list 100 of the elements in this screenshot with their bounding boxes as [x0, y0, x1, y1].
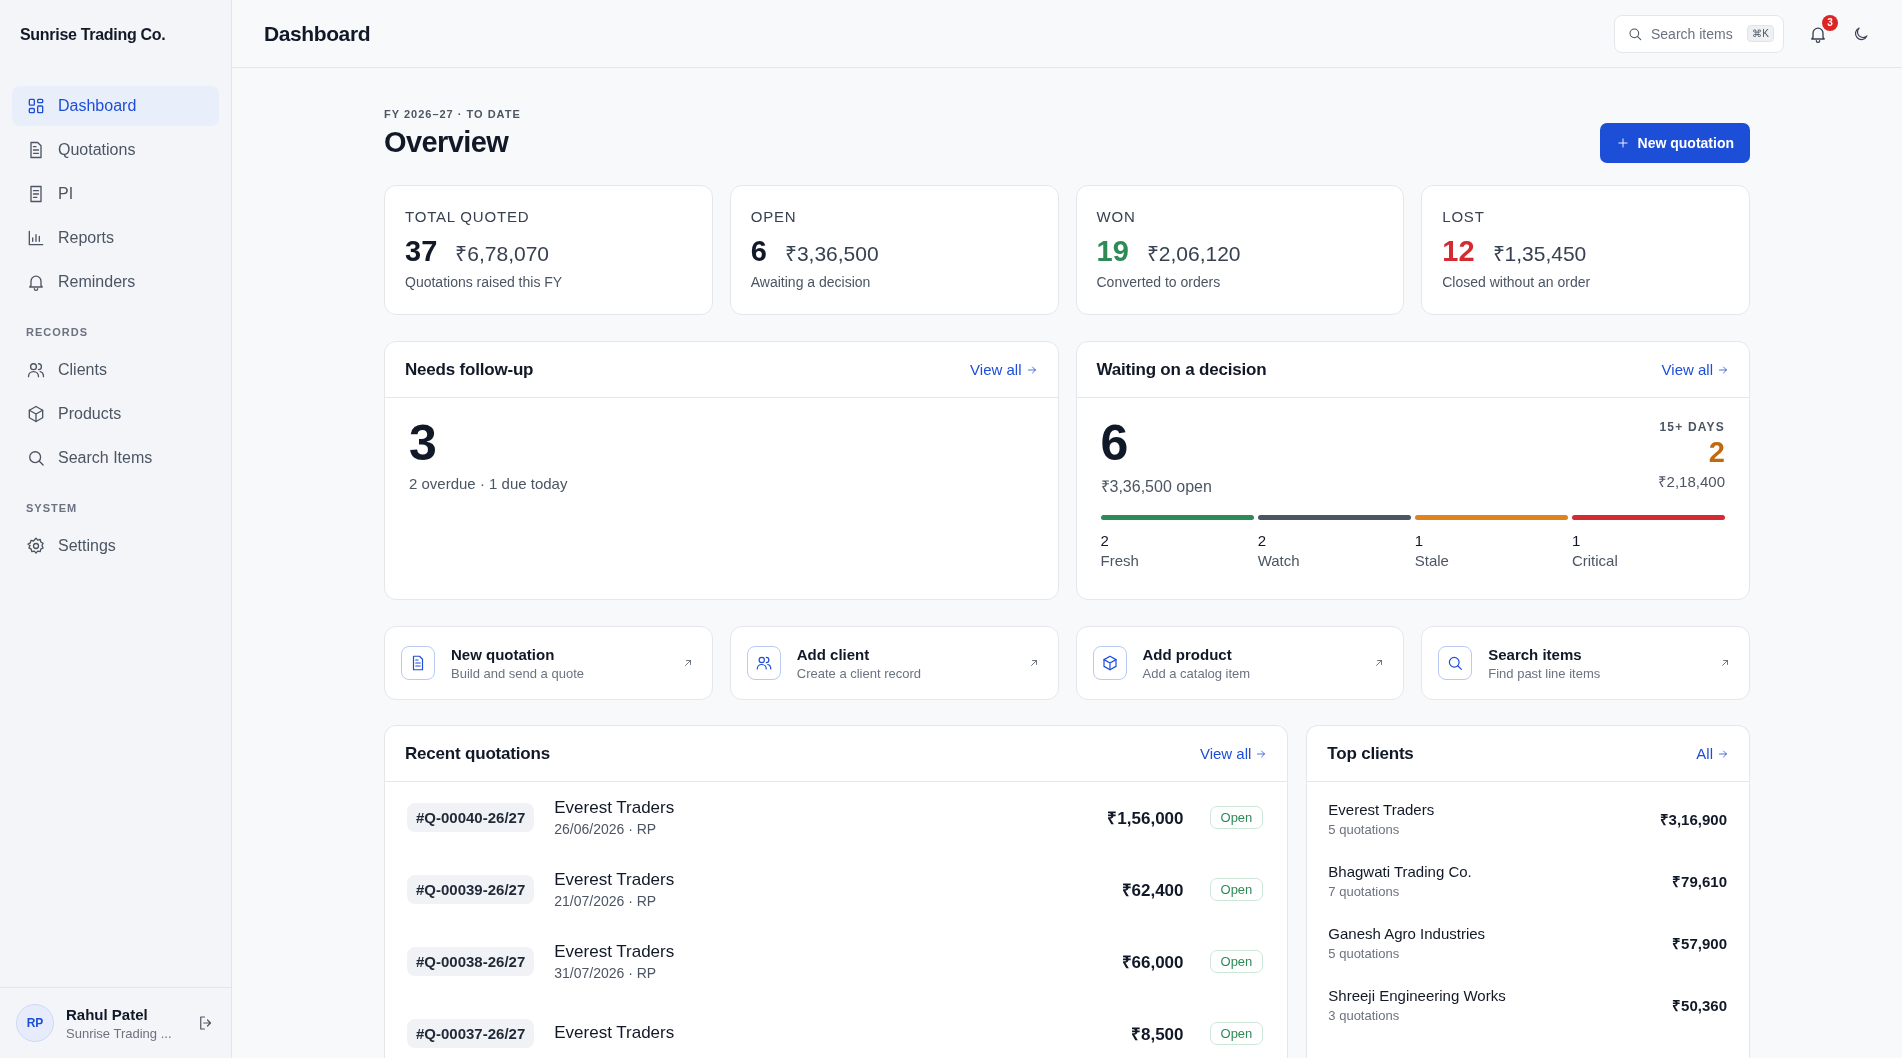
quotation-number[interactable]: #Q-00037-26/27: [407, 1018, 535, 1048]
quotation-number[interactable]: #Q-00040-26/27: [407, 802, 535, 832]
page-title: Dashboard: [264, 21, 371, 46]
stage-label: Stale: [1414, 552, 1450, 569]
status-badge: Open: [1209, 805, 1264, 829]
stat-count: 12: [1442, 235, 1475, 268]
stage-label: Watch: [1257, 552, 1301, 569]
action-subtitle: Add a catalog item: [1142, 665, 1252, 681]
stage-label: Fresh: [1100, 552, 1140, 569]
nav-section-title: RECORDS: [25, 325, 89, 340]
user-avatar: RP: [16, 1004, 54, 1042]
stat-count: 6: [750, 235, 767, 268]
view-all-link[interactable]: View all: [1661, 361, 1729, 378]
action-title: New quotation: [451, 645, 556, 663]
grid-icon: [26, 96, 46, 116]
open-amount: ₹3,36,500: [1100, 478, 1172, 495]
waiting-count: 6: [1100, 416, 1130, 471]
notification-count: 3: [1822, 14, 1838, 31]
stat-amount: ₹6,78,070: [455, 241, 549, 267]
quotation-count: 5 quotations: [1328, 822, 1401, 837]
stage-count: 2: [1100, 532, 1110, 549]
arrow-right-icon: [1025, 363, 1038, 376]
stat-note: Quotations raised this FY: [405, 274, 564, 290]
stat-amount: ₹2,06,120: [1146, 241, 1241, 267]
sidebar-item[interactable]: Dashboard: [12, 86, 219, 126]
stat-count: 19: [1096, 235, 1129, 268]
client-name: Shreeji Engineering Works: [1328, 987, 1506, 1004]
quotation-number[interactable]: #Q-00038-26/27: [407, 946, 535, 976]
new-quotation-button[interactable]: New quotation: [1599, 123, 1750, 163]
stat-label: WON: [1096, 208, 1137, 225]
stat-count: 37: [405, 235, 438, 268]
follow-up-count: 3: [409, 416, 438, 471]
bar-chart-icon: [26, 228, 46, 248]
stat-label: TOTAL QUOTED: [405, 208, 531, 225]
sidebar-item[interactable]: PI: [12, 174, 219, 214]
arrow-right-icon: [1255, 747, 1268, 760]
quick-action-card[interactable]: Search items Find past line items: [1421, 626, 1750, 700]
aged-label: 15+ DAYS: [1658, 420, 1725, 434]
moon-icon[interactable]: [1852, 24, 1870, 43]
quick-action-card[interactable]: New quotation Build and send a quote: [384, 626, 713, 700]
client-name: Everest Traders: [554, 869, 676, 890]
aged-amount: ₹2,18,400: [1657, 472, 1725, 491]
stat-note: Converted to orders: [1096, 274, 1222, 290]
client-amount: ₹50,360: [1672, 996, 1727, 1015]
client-name: Ganesh Agro Industries: [1328, 925, 1486, 942]
users-icon: [746, 646, 781, 680]
sidebar-item[interactable]: Reminders: [12, 262, 219, 302]
box-icon: [1092, 646, 1127, 680]
action-title: Search items: [1488, 645, 1583, 663]
client-amount: ₹3,16,900: [1659, 810, 1727, 829]
brand-name: Sunrise Trading Co.: [19, 25, 167, 44]
view-all-link[interactable]: View all: [970, 361, 1038, 378]
overview-title: Overview: [384, 126, 510, 159]
aged-count: 2: [1707, 436, 1725, 469]
quick-action-card[interactable]: Add client Create a client record: [729, 626, 1059, 700]
sidebar-item[interactable]: Products: [12, 394, 219, 434]
document-icon: [401, 646, 435, 680]
quotation-count: 5 quotations: [1328, 946, 1401, 961]
quotation-meta: 31/07/2026 · RP: [554, 964, 658, 981]
quotation-amount: ₹66,000: [1121, 951, 1184, 973]
client-name: Bhagwati Trading Co.: [1328, 863, 1472, 880]
search-icon: [1438, 646, 1473, 680]
sidebar-item[interactable]: Search Items: [12, 438, 219, 478]
panel-title: Waiting on a decision: [1096, 359, 1267, 380]
quotation-number[interactable]: #Q-00039-26/27: [407, 874, 535, 904]
action-subtitle: Find past line items: [1488, 665, 1602, 681]
user-company: Sunrise Trading ...: [66, 1025, 173, 1041]
open-label: open: [1176, 478, 1212, 495]
quotation-count: 7 quotations: [1328, 884, 1401, 899]
settings-icon: [26, 536, 46, 556]
status-badge: Open: [1209, 877, 1264, 901]
stage-count: 1: [1571, 532, 1582, 549]
stage-count: 1: [1414, 532, 1425, 549]
client-name: Everest Traders: [554, 941, 676, 962]
all-link[interactable]: All: [1696, 745, 1729, 762]
search-icon: [26, 448, 46, 468]
panel-title: Recent quotations: [405, 743, 550, 764]
quotation-count: 3 quotations: [1328, 1008, 1401, 1023]
arrow-right-icon: [1717, 363, 1729, 376]
quotation-meta: 26/06/2026 · RP: [554, 820, 658, 837]
view-all-link[interactable]: View all: [1199, 745, 1268, 762]
action-title: Add product: [1142, 645, 1233, 663]
sidebar-item[interactable]: Reports: [12, 218, 219, 258]
sidebar-item[interactable]: Quotations: [12, 130, 219, 170]
quotation-meta: 21/07/2026 · RP: [554, 892, 658, 909]
stage-label: Critical: [1571, 552, 1619, 569]
box-icon: [26, 404, 46, 424]
stat-note: Closed without an order: [1442, 274, 1592, 290]
client-amount: ₹79,610: [1672, 872, 1727, 891]
arrow-icon: [1719, 657, 1731, 669]
quotation-amount: ₹62,400: [1121, 879, 1184, 901]
sidebar-item[interactable]: Clients: [12, 350, 219, 390]
stat-amount: ₹1,35,450: [1492, 241, 1587, 267]
sidebar-item[interactable]: Settings: [12, 526, 219, 566]
client-name: Everest Traders: [1328, 801, 1435, 818]
stat-label: LOST: [1442, 208, 1486, 225]
quick-action-card[interactable]: Add product Add a catalog item: [1075, 626, 1405, 700]
stat-amount: ₹3,36,500: [784, 241, 879, 267]
action-subtitle: Create a client record: [796, 665, 923, 681]
period-label: FY 2026–27 · TO DATE: [384, 108, 521, 120]
